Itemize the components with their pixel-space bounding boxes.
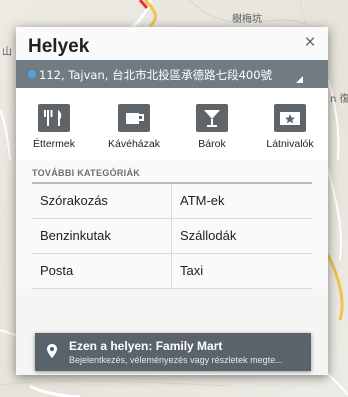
places-dialog: Helyek × 112, Tajvan, 台北市北投區承德路七段400號 Ét… (16, 27, 328, 375)
category-cafes[interactable]: Kávéházak (98, 88, 170, 160)
dialog-header: Helyek × (16, 27, 328, 60)
category-entertainment[interactable]: Szórakozás (32, 184, 172, 219)
coffee-icon (118, 104, 150, 132)
more-categories-grid: Szórakozás ATM-ek Benzinkutak Szállodák … (32, 184, 312, 289)
category-post-office[interactable]: Posta (32, 254, 172, 289)
location-dot-icon (28, 70, 36, 78)
map-label-road: n 復 (330, 94, 348, 105)
map-label-shumeikeng: 樹梅坑 (232, 14, 262, 25)
category-label: Látnivalók (266, 138, 314, 150)
map-label-mountain: 山 (2, 47, 12, 58)
bar-icon (196, 104, 228, 132)
location-selector[interactable]: 112, Tajvan, 台北市北投區承德路七段400號 (16, 60, 328, 88)
restaurant-icon (38, 104, 70, 132)
location-address: 112, Tajvan, 台北市北投區承德路七段400號 (39, 68, 273, 82)
category-atms[interactable]: ATM-ek (172, 184, 312, 219)
category-restaurants[interactable]: Éttermek (18, 88, 90, 160)
toast-title: Ezen a helyen: Family Mart (69, 339, 223, 353)
toast-subtitle: Bejelentkezés, véleményezés vagy részlet… (69, 355, 283, 365)
dialog-title: Helyek (28, 36, 90, 57)
category-hotels[interactable]: Szállodák (172, 219, 312, 254)
more-categories-heading: TOVÁBBI KATEGÓRIÁK (32, 160, 312, 184)
category-taxi[interactable]: Taxi (172, 254, 312, 289)
category-label: Éttermek (32, 138, 75, 150)
map-pin-icon (47, 344, 57, 358)
category-label: Kávéházak (108, 138, 160, 150)
nearby-place-toast[interactable]: Ezen a helyen: Family Mart Bejelentkezés… (35, 333, 311, 371)
close-button[interactable]: × (300, 33, 320, 53)
category-icons-row: Éttermek Kávéházak Bárok Látnivalók (16, 88, 328, 160)
more-categories-section: TOVÁBBI KATEGÓRIÁK Szórakozás ATM-ek Ben… (16, 160, 328, 289)
category-gas-stations[interactable]: Benzinkutak (32, 219, 172, 254)
category-attractions[interactable]: Látnivalók (254, 88, 326, 160)
attractions-icon (274, 104, 306, 132)
category-label: Bárok (198, 138, 226, 150)
category-bars[interactable]: Bárok (176, 88, 248, 160)
dropdown-corner-icon (296, 76, 303, 83)
